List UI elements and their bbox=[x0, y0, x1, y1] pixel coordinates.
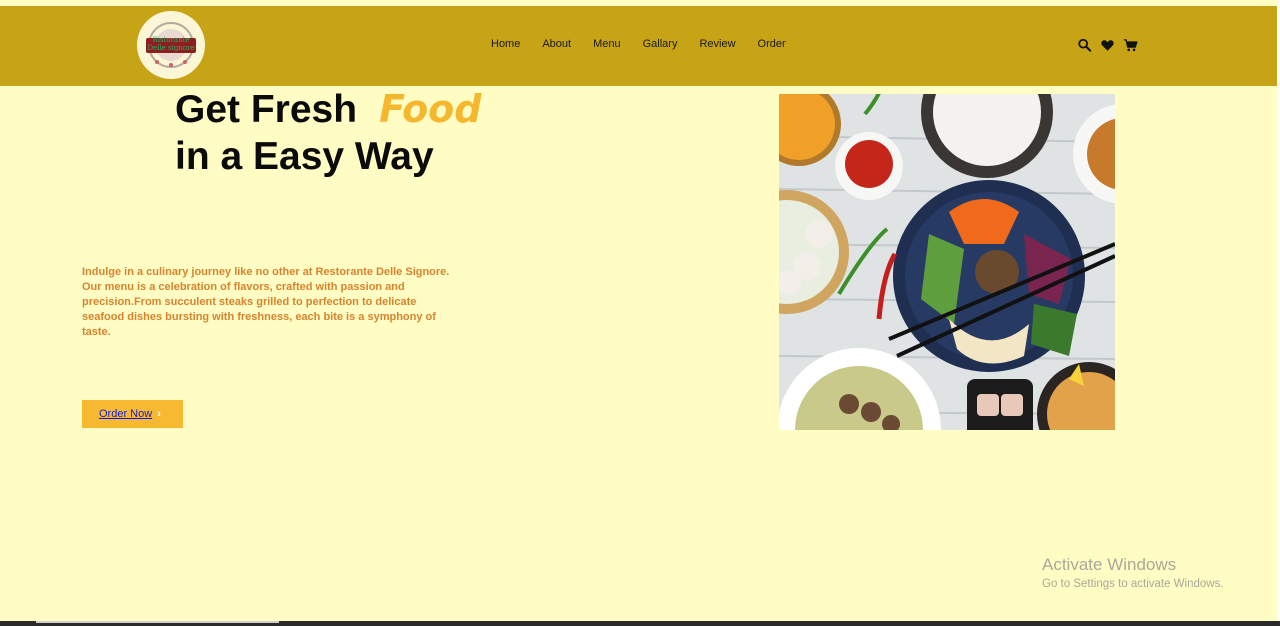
nav-icons bbox=[1077, 38, 1138, 52]
hero-title-highlight: Food bbox=[379, 87, 482, 131]
svg-text:Ristorante: Ristorante bbox=[152, 36, 189, 44]
main-nav: Home About Menu Gallary Review Order bbox=[491, 38, 808, 50]
heart-icon[interactable] bbox=[1100, 38, 1115, 52]
hero-food-image bbox=[779, 94, 1115, 430]
svg-text:Delle signore: Delle signore bbox=[147, 44, 194, 52]
nav-review-link[interactable]: Review bbox=[699, 38, 735, 50]
search-icon[interactable] bbox=[1077, 38, 1092, 52]
hero-description: Indulge in a culinary journey like no ot… bbox=[82, 266, 450, 338]
order-now-link[interactable]: Order Now bbox=[99, 408, 152, 420]
hero-title-line1: Get Fresh bbox=[175, 88, 358, 131]
chevron-right-icon: › bbox=[157, 408, 161, 420]
watermark-title: Activate Windows bbox=[1042, 555, 1177, 574]
logo-emblem: Ristorante Delle signore bbox=[141, 15, 201, 75]
nav-menu-link[interactable]: Menu bbox=[593, 38, 621, 50]
nav-home-link[interactable]: Home bbox=[491, 38, 520, 50]
hero-title-line2: in a Easy Way bbox=[175, 135, 434, 178]
cart-icon[interactable] bbox=[1123, 38, 1138, 52]
watermark-subtitle: Go to Settings to activate Windows. bbox=[1042, 578, 1224, 590]
nav-order-link[interactable]: Order bbox=[758, 38, 786, 50]
brand-logo[interactable]: Ristorante Delle signore bbox=[137, 11, 205, 79]
windows-activation-watermark: Activate Windows Go to Settings to activ… bbox=[1042, 555, 1224, 590]
order-now-button[interactable]: Order Now › bbox=[82, 400, 183, 428]
scrollbar-thumb[interactable] bbox=[36, 621, 279, 623]
food-spread-illustration bbox=[779, 94, 1115, 430]
nav-about-link[interactable]: About bbox=[542, 38, 571, 50]
bottom-scrollbar[interactable] bbox=[0, 621, 1280, 626]
nav-gallary-link[interactable]: Gallary bbox=[643, 38, 678, 50]
hero-title: Get Fresh Food in a Easy Way bbox=[175, 86, 481, 180]
